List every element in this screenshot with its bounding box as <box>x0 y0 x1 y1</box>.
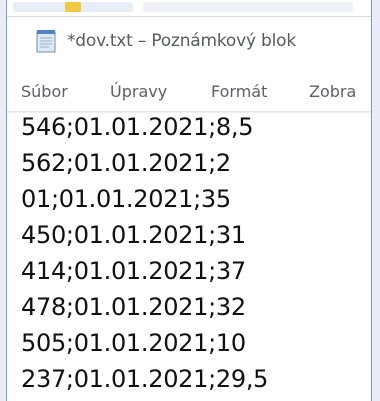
background-window-edge <box>7 0 371 17</box>
window-title: *dov.txt – Poznámkový blok <box>67 31 296 51</box>
notepad-window: *dov.txt – Poznámkový blok Súbor Úpravy … <box>6 0 372 401</box>
menu-item-subor[interactable]: Súbor <box>21 82 68 101</box>
text-line: 478;01.01.2021;32 <box>21 293 246 321</box>
notepad-icon <box>36 30 56 53</box>
text-editor[interactable]: 546;01.01.2021;8,5 562;01.01.2021;2 01;0… <box>7 112 371 401</box>
menu-item-upravy[interactable]: Úpravy <box>110 82 167 101</box>
menu-bar: Súbor Úpravy Formát Zobra <box>7 73 371 112</box>
menu-item-format[interactable]: Formát <box>211 82 267 101</box>
text-line: 01;01.01.2021;35 <box>21 185 231 213</box>
text-line: 414;01.01.2021;37 <box>21 257 246 285</box>
menu-item-zobrazenie[interactable]: Zobra <box>309 82 356 101</box>
text-line: 505;01.01.2021;10 <box>21 329 246 357</box>
text-line: 546;01.01.2021;8,5 <box>21 113 254 141</box>
text-line: 237;01.01.2021;29,5 <box>21 365 269 393</box>
text-line: 562;01.01.2021;2 <box>21 149 231 177</box>
text-line: 450;01.01.2021;31 <box>21 221 246 249</box>
title-bar[interactable]: *dov.txt – Poznámkový blok <box>7 17 371 69</box>
